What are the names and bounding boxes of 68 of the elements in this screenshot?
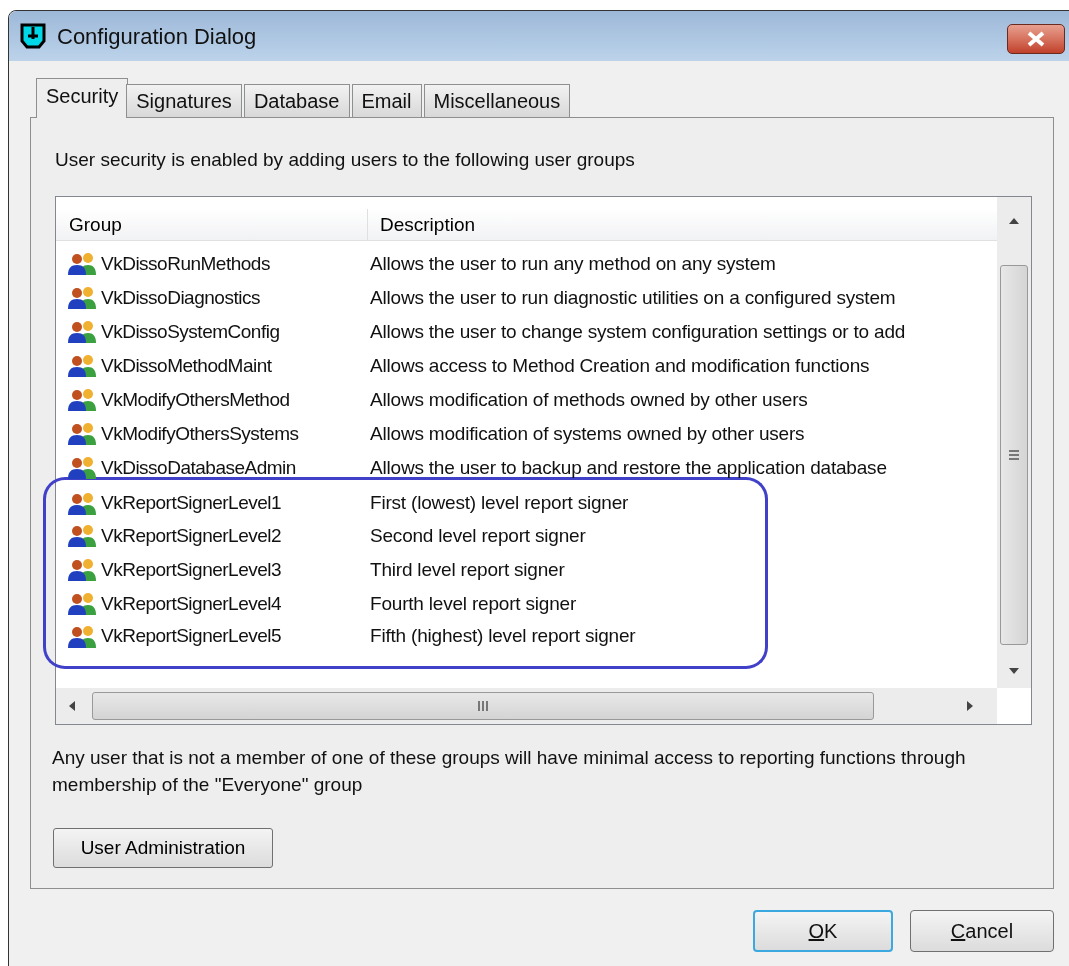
scrollbar-thumb[interactable] xyxy=(1000,265,1028,645)
note-text: Any user that is not a member of one of these groups will have minimal access to reporting functions through membership of the "Everyone" group xyxy=(52,746,967,797)
group-name[interactable]: VkReportSignerLevel3 xyxy=(101,555,282,585)
group-name[interactable]: VkReportSignerLevel1 xyxy=(101,489,282,518)
scroll-right-icon[interactable] xyxy=(966,700,974,712)
users-icon xyxy=(67,592,99,616)
tab[interactable]: Security xyxy=(36,78,129,118)
scrollbar-thumb[interactable] xyxy=(92,692,874,720)
close-button[interactable] xyxy=(1007,24,1065,54)
group-name[interactable]: VkDissoDiagnostics xyxy=(101,283,260,313)
tab[interactable]: Database xyxy=(243,84,350,118)
group-description: Second level report signer xyxy=(369,523,586,548)
dialog-button[interactable]: OK xyxy=(753,910,893,952)
users-icon xyxy=(67,456,99,480)
tab[interactable]: Miscellaneous xyxy=(423,84,571,118)
group-name[interactable]: VkDissoSystemConfig xyxy=(101,317,280,347)
users-icon xyxy=(67,252,99,276)
window-title: Configuration Dialog xyxy=(57,22,257,51)
table-row[interactable]: VkModifyOthersMethod Allows modification of methods owned by other users xyxy=(56,383,997,417)
column-header[interactable]: Group xyxy=(56,209,368,241)
group-name[interactable]: VkModifyOthersSystems xyxy=(101,419,299,449)
group-description: Allows modification of systems owned by other users xyxy=(369,421,805,446)
group-description: First (lowest) level report signer xyxy=(369,491,629,516)
group-name[interactable]: VkReportSignerLevel2 xyxy=(101,521,282,551)
intro-text: User security is enabled by adding users to the following user groups xyxy=(55,148,636,172)
users-icon xyxy=(67,388,99,412)
scroll-left-icon[interactable] xyxy=(68,700,76,712)
group-name[interactable]: VkModifyOthersMethod xyxy=(101,385,290,415)
group-description: Allows the user to run any method on any system xyxy=(369,251,776,276)
grip-icon xyxy=(477,700,489,712)
users-icon xyxy=(67,286,99,310)
users-icon xyxy=(67,524,99,548)
scroll-down-icon[interactable] xyxy=(1008,667,1020,675)
table-row[interactable]: VkDissoDiagnostics Allows the user to run diagnostic utilities on a configured system xyxy=(56,281,997,315)
group-name[interactable]: VkReportSignerLevel4 xyxy=(101,589,282,619)
users-icon xyxy=(67,491,99,516)
user-administration-button[interactable]: User Administration xyxy=(53,828,273,868)
group-name[interactable]: VkDissoDatabaseAdmin xyxy=(101,453,296,483)
table-row[interactable]: VkDissoDatabaseAdmin Allows the user to backup and restore the application database xyxy=(56,451,997,485)
group-description: Allows access to Method Creation and modification functions xyxy=(369,353,870,378)
group-name[interactable]: VkReportSignerLevel5 xyxy=(101,622,282,651)
table-row[interactable]: VkDissoMethodMaint Allows access to Method Creation and modification functions xyxy=(56,349,997,383)
users-icon xyxy=(67,354,99,378)
group-description: Fifth (highest) level report signer xyxy=(369,624,636,649)
users-icon xyxy=(67,422,99,446)
tab[interactable]: Signatures xyxy=(126,84,242,118)
group-description: Allows the user to run diagnostic utilities on a configured system xyxy=(369,285,896,310)
dialog-button[interactable]: Cancel xyxy=(910,910,1054,952)
tab[interactable]: Email xyxy=(351,84,422,118)
table-row[interactable]: VkModifyOthersSystems Allows modification of systems owned by other users xyxy=(56,417,997,451)
group-description: Fourth level report signer xyxy=(369,591,576,616)
users-icon xyxy=(67,624,99,649)
group-description: Allows the user to backup and restore the application database xyxy=(369,455,887,480)
grip-icon xyxy=(1008,450,1020,460)
group-description: Allows modification of methods owned by other users xyxy=(369,387,808,412)
group-description: Third level report signer xyxy=(369,557,565,582)
horizontal-scrollbar[interactable] xyxy=(56,688,997,724)
app-icon xyxy=(19,22,47,50)
group-description: Allows the user to change system configuration settings or to add xyxy=(369,319,906,344)
vertical-scrollbar[interactable] xyxy=(997,197,1031,688)
users-icon xyxy=(67,558,99,582)
table-row[interactable]: VkDissoSystemConfig Allows the user to change system configuration settings or to add xyxy=(56,315,997,349)
group-name[interactable]: VkDissoRunMethods xyxy=(101,249,270,279)
scroll-up-icon[interactable] xyxy=(1008,217,1020,225)
group-name[interactable]: VkDissoMethodMaint xyxy=(101,351,272,381)
users-icon xyxy=(67,320,99,344)
table-row[interactable]: VkDissoRunMethods Allows the user to run any method on any system xyxy=(56,247,997,281)
close-icon xyxy=(1026,31,1046,47)
